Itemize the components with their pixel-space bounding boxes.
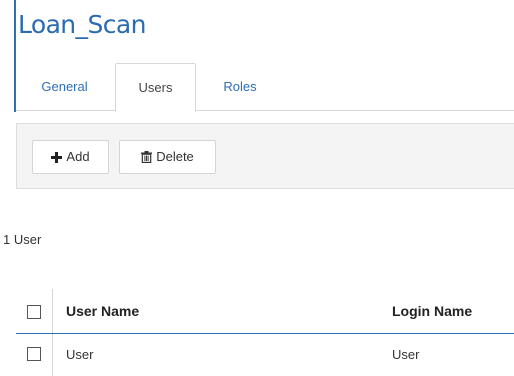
tab-bar: General Users Roles [16, 63, 514, 112]
trash-icon [141, 151, 153, 163]
tab-roles[interactable]: Roles [200, 63, 280, 111]
page: Loan_Scan General Users Roles Add Delete… [0, 0, 514, 376]
table-header: User Name Login Name [16, 289, 514, 334]
row-checkbox[interactable] [27, 347, 41, 361]
toolbar: Add Delete [16, 123, 514, 189]
user-count: 1 User [3, 232, 42, 247]
add-button-label: Add [66, 149, 90, 164]
delete-button-label: Delete [156, 149, 194, 164]
plus-icon [51, 151, 63, 163]
delete-button[interactable]: Delete [119, 140, 216, 174]
table-row[interactable]: User User [16, 334, 514, 376]
tab-users[interactable]: Users [115, 63, 196, 112]
tab-general[interactable]: General [16, 63, 113, 111]
cell-login-name: User [392, 347, 420, 362]
select-all-checkbox[interactable] [27, 305, 41, 319]
page-title: Loan_Scan [18, 10, 146, 39]
column-header-login-name[interactable]: Login Name [392, 303, 472, 319]
add-button[interactable]: Add [32, 140, 109, 174]
column-header-user-name[interactable]: User Name [66, 303, 139, 319]
cell-user-name: User [66, 347, 94, 362]
